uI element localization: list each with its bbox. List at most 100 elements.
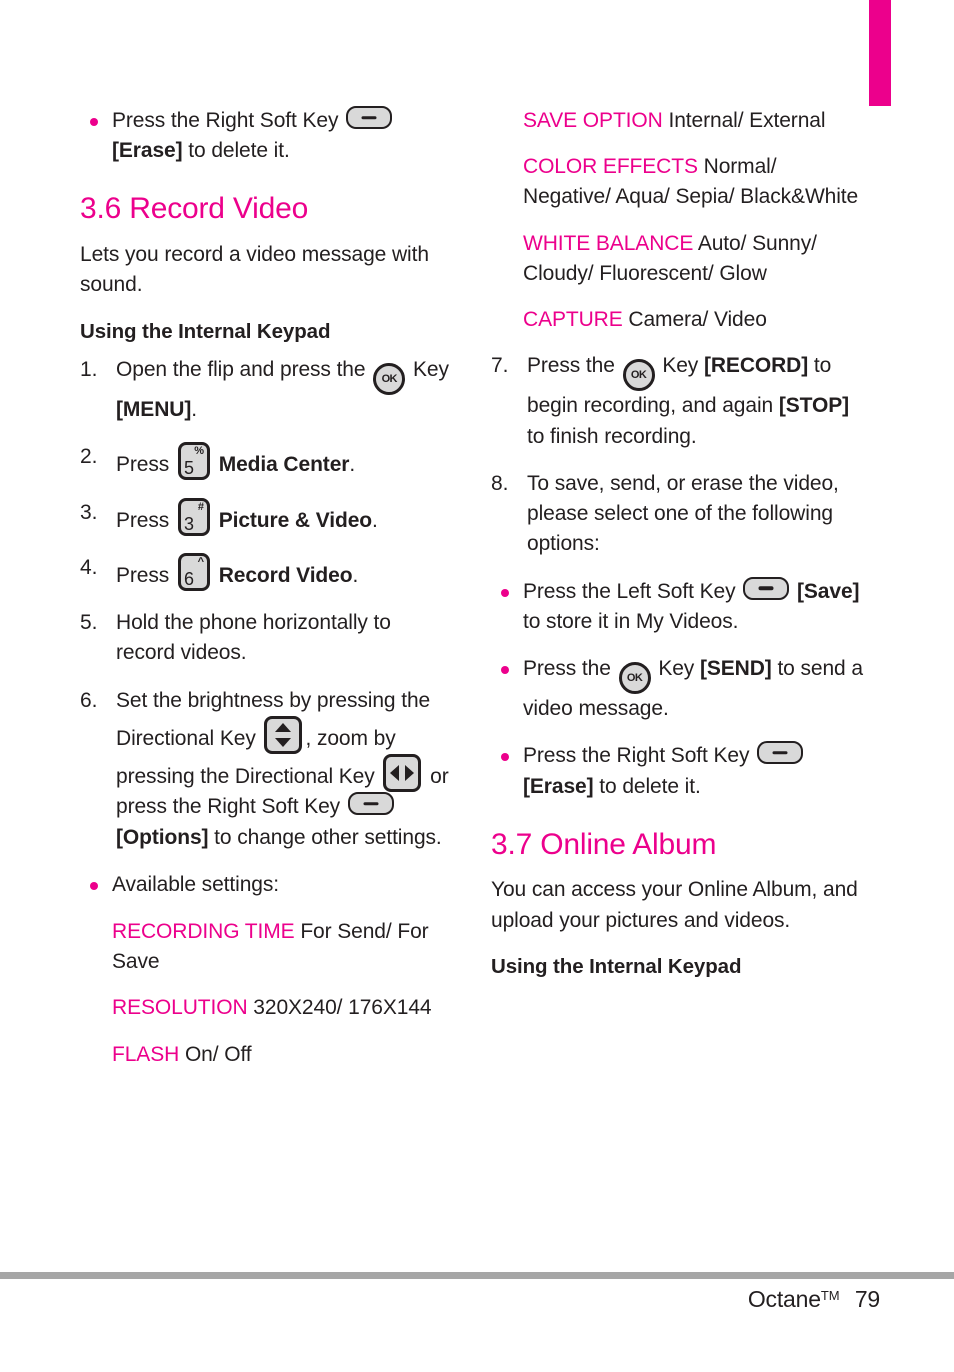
triangle-down-icon: [275, 737, 292, 747]
bullet-text: Available settings:: [112, 872, 279, 896]
num-key-3-icon: # 3: [177, 497, 210, 536]
setting-term: RECORDING TIME: [112, 919, 295, 943]
step-4: 4. Press ^ 6 Record Video.: [80, 552, 455, 591]
step-text-tail: to finish recording.: [527, 424, 697, 448]
section-intro-online-album: You can access your Online Album, and up…: [491, 878, 858, 932]
page-number: 79: [854, 1286, 880, 1312]
step-number: 3.: [80, 500, 98, 524]
bullet-text-lead: Press the Left Soft Key: [523, 579, 736, 603]
subheading-using-internal-keypad-right: Using the Internal Keypad: [491, 954, 742, 978]
step-number: 6.: [80, 688, 98, 712]
section-heading-record-video: 3.6 Record Video: [80, 192, 309, 226]
trademark-symbol: TM: [820, 1288, 840, 1303]
step-text-tail: .: [352, 563, 359, 587]
soft-key-icon: [347, 792, 394, 816]
section-intro-record-video: Lets you record a video message with sou…: [80, 243, 429, 297]
step-text-lead: Press: [116, 508, 170, 532]
bullet-erase-right-soft-key: Press the Right Soft Key [Erase] to dele…: [80, 106, 455, 166]
section-heading-online-album: 3.7 Online Album: [491, 827, 717, 861]
setting-term: SAVE OPTION: [523, 109, 663, 132]
directional-key-horizontal-icon: [383, 754, 422, 793]
step-text-part4: Key: [304, 795, 341, 819]
setting-term: RESOLUTION: [112, 996, 248, 1020]
bullet-text-tail: to delete it.: [188, 139, 290, 163]
step-bold-label-record: [RECORD]: [703, 354, 809, 378]
bullet-bold-label: [Erase]: [112, 139, 183, 163]
step-text-lead: Press: [116, 563, 170, 587]
step-bold-label-stop: [STOP]: [778, 394, 850, 418]
num-key-digit: 6: [183, 568, 194, 589]
step-text-lead: Press: [116, 453, 170, 477]
step-text-tail: .: [191, 398, 197, 422]
step-number: 4.: [80, 555, 98, 579]
setting-flash: FLASH On/ Off: [80, 1040, 455, 1070]
setting-save-option: SAVE OPTION Internal/ External: [491, 106, 866, 136]
bullet-text-mid: Key: [658, 657, 695, 681]
manual-page: Press the Right Soft Key [Erase] to dele…: [0, 0, 954, 1252]
step-3: 3. Press # 3 Picture & Video.: [80, 497, 455, 536]
soft-key-icon: [743, 576, 790, 600]
directional-key-vertical-icon: [264, 715, 303, 754]
num-key-superscript: ^: [197, 555, 204, 568]
setting-color-effects: COLOR EFFECTS Normal/ Negative/ Aqua/ Se…: [491, 152, 866, 212]
footer-divider: [0, 1272, 954, 1279]
right-column: SAVE OPTION Internal/ External COLOR EFF…: [491, 106, 866, 990]
setting-term: CAPTURE: [523, 308, 623, 332]
setting-term: FLASH: [112, 1042, 180, 1066]
setting-capture: CAPTURE Camera/ Video: [491, 305, 866, 335]
bullet-erase-right-soft-key: Press the Right Soft Key [Erase] to dele…: [491, 741, 866, 801]
bullet-text-lead: Press the Right Soft Key: [112, 109, 339, 132]
setting-recording-time: RECORDING TIME For Send/ For Save: [80, 917, 455, 977]
step-bold-label: [Options]: [116, 825, 209, 849]
setting-value: Internal/ External: [668, 109, 826, 132]
step-text-mid: Key: [412, 358, 449, 382]
bullet-text-tail: to delete it.: [599, 774, 701, 798]
setting-value: On/ Off: [184, 1042, 252, 1066]
triangle-right-icon: [405, 765, 415, 782]
setting-value: 320X240/ 176X144: [253, 996, 432, 1020]
ok-key-icon: OK: [373, 363, 406, 396]
bullet-bold-label: [Erase]: [523, 774, 594, 798]
page-footer: OctaneTM 79: [0, 1286, 954, 1313]
step-text-tail: .: [372, 508, 378, 532]
num-key-5-icon: % 5: [177, 442, 210, 481]
step-text-lead: Press the: [527, 354, 615, 378]
step-text-tail: .: [349, 453, 356, 477]
subheading-using-internal-keypad-left: Using the Internal Keypad: [80, 319, 331, 343]
bullet-bold-label: [SEND]: [699, 657, 772, 681]
step-number: 1.: [80, 358, 98, 382]
step-bold-label: [MENU]: [116, 398, 192, 422]
num-key-superscript: #: [197, 500, 204, 513]
ok-key-icon: OK: [622, 359, 655, 392]
num-key-6-icon: ^ 6: [177, 552, 210, 591]
step-number: 7.: [491, 354, 509, 378]
step-text-lead: Open the flip and press the: [116, 358, 366, 382]
bullet-available-settings: Available settings:: [80, 870, 455, 900]
soft-key-icon: [757, 741, 804, 765]
bullet-save-left-soft-key: Press the Left Soft Key [Save] to store …: [491, 576, 866, 637]
setting-value: Camera/ Video: [628, 308, 767, 332]
step-number: 2.: [80, 445, 98, 469]
bullet-bold-label: [Save]: [796, 579, 860, 603]
setting-resolution: RESOLUTION 320X240/ 176X144: [80, 993, 455, 1023]
num-key-digit: 3: [183, 513, 194, 534]
step-6: 6. Set the brightness by pressing the Di…: [80, 686, 455, 853]
num-key-superscript: %: [194, 445, 204, 458]
step-5: 5. Hold the phone horizontally to record…: [80, 608, 455, 668]
triangle-left-icon: [390, 765, 400, 782]
bullet-text-lead: Press the Right Soft Key: [523, 744, 750, 768]
bullet-text-lead: Press the: [523, 657, 611, 681]
two-column-layout: Press the Right Soft Key [Erase] to dele…: [80, 106, 890, 1086]
num-key-digit: 5: [183, 458, 194, 479]
setting-term: WHITE BALANCE: [523, 231, 694, 255]
setting-white-balance: WHITE BALANCE Auto/ Sunny/ Cloudy/ Fluor…: [491, 229, 866, 289]
step-text-part5: to change other settings.: [214, 825, 442, 849]
step-text: To save, send, or erase the video, pleas…: [527, 471, 839, 556]
step-2: 2. Press % 5 Media Center.: [80, 442, 455, 481]
step-number: 8.: [491, 471, 509, 495]
triangle-up-icon: [275, 722, 292, 732]
step-7: 7. Press the OK Key [RECORD] to begin re…: [491, 351, 866, 451]
left-column: Press the Right Soft Key [Erase] to dele…: [80, 106, 455, 1086]
step-1: 1. Open the flip and press the OK Key [M…: [80, 355, 455, 425]
step-text: Hold the phone horizontally to record vi…: [116, 611, 391, 665]
